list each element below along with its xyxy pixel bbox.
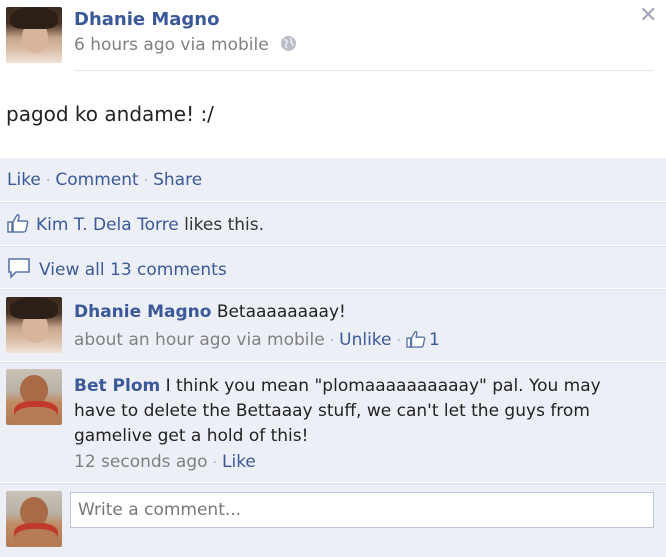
post-actions: Like · Comment · Share (7, 170, 202, 190)
post-time-text[interactable]: 6 hours ago via mobile (74, 35, 269, 55)
separator-dot: · (143, 173, 149, 189)
viewer-avatar (6, 491, 62, 547)
likes-suffix: likes this. (184, 215, 265, 235)
comment-body: Bet Plom I think you mean "plomaaaaaaaaa… (74, 374, 614, 449)
comment-like-count[interactable]: 1 (429, 330, 440, 350)
comment-time[interactable]: 12 seconds ago (74, 452, 208, 472)
comment-meta: 12 seconds ago · Like (74, 452, 256, 472)
comment-like-link[interactable]: Like (222, 452, 256, 472)
comment-text: Betaaaaaaaay! (216, 302, 346, 322)
view-all-comments-link[interactable]: View all 13 comments (39, 260, 227, 280)
commenter-name[interactable]: Dhanie Magno (74, 302, 211, 322)
liker-name[interactable]: Kim T. Dela Torre (36, 215, 179, 235)
commenter-avatar[interactable] (6, 297, 62, 353)
commenter-avatar[interactable] (6, 369, 62, 425)
comment-body: Dhanie Magno Betaaaaaaaay! (74, 300, 614, 325)
view-all-comments[interactable]: View all 13 comments (7, 257, 227, 284)
comment-meta: about an hour ago via mobile · Unlike · 1 (74, 330, 440, 353)
separator-dot: · (212, 455, 217, 471)
share-link[interactable]: Share (153, 170, 202, 190)
comment-time[interactable]: about an hour ago via mobile (74, 330, 325, 350)
separator-dot: · (396, 333, 401, 349)
globe-icon[interactable] (280, 35, 297, 57)
like-link[interactable]: Like (7, 170, 41, 190)
status-message: pagod ko andame! :/ (6, 102, 214, 126)
author-avatar[interactable] (6, 7, 62, 63)
separator-dot: · (45, 173, 51, 189)
likes-summary: Kim T. Dela Torre likes this. (7, 213, 264, 238)
thumbs-up-icon (7, 213, 29, 238)
header-divider (74, 70, 654, 71)
feed-story: Dhanie Magno 6 hours ago via mobile ✕ pa… (0, 0, 666, 557)
commenter-name[interactable]: Bet Plom (74, 376, 160, 396)
separator-dot: · (329, 333, 335, 349)
close-icon[interactable]: ✕ (639, 5, 657, 27)
author-name[interactable]: Dhanie Magno (74, 9, 220, 30)
comment-input[interactable]: Write a comment... (70, 492, 654, 528)
thumbs-up-icon[interactable] (406, 330, 426, 353)
comment-bubble-icon (7, 257, 31, 284)
unlike-link[interactable]: Unlike (339, 330, 391, 350)
comment-link[interactable]: Comment (55, 170, 138, 190)
post-timestamp: 6 hours ago via mobile (74, 35, 297, 57)
